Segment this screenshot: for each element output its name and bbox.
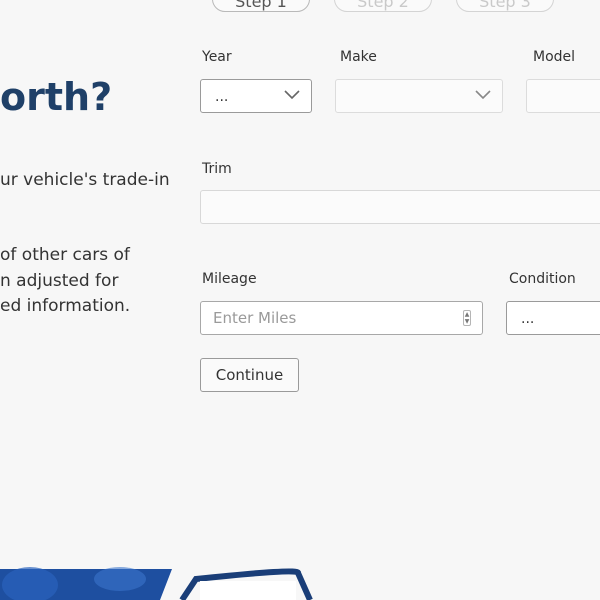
condition-label: Condition [509,271,576,287]
step-1-pill[interactable]: Step 1 [212,0,310,12]
description-line-3: n adjusted for [0,271,119,291]
make-select[interactable] [335,79,503,113]
mileage-input[interactable] [202,303,452,333]
trim-select[interactable] [200,190,600,224]
chevron-down-icon [475,90,491,100]
model-label: Model [533,49,576,65]
trim-label: Trim [202,161,232,177]
model-select[interactable] [526,79,600,113]
year-select[interactable]: ... [200,79,312,113]
year-select-value: ... [215,89,229,105]
mileage-field: ▲ ▼ [200,301,483,335]
condition-select[interactable]: ... [506,301,600,335]
description-line-4: ed information. [0,296,131,316]
car-window-shape [200,581,296,600]
spinner-down-icon[interactable]: ▼ [464,318,470,325]
description-line-1: ur vehicle's trade-in [0,170,170,190]
condition-select-value: ... [521,311,535,327]
step-3-pill[interactable]: Step 3 [456,0,554,12]
step-2-pill[interactable]: Step 2 [334,0,432,12]
hero-banner-graphic [0,567,313,600]
year-label: Year [202,49,232,65]
mileage-spinner[interactable]: ▲ ▼ [463,310,471,326]
description-line-2: of other cars of [0,245,130,265]
make-label: Make [340,49,377,65]
continue-button[interactable]: Continue [200,358,299,392]
chevron-down-icon [284,90,300,100]
page-headline: orth? [0,75,113,119]
mileage-label: Mileage [202,271,257,287]
banner-highlight-right [94,567,146,591]
spinner-up-icon[interactable]: ▲ [464,311,470,318]
